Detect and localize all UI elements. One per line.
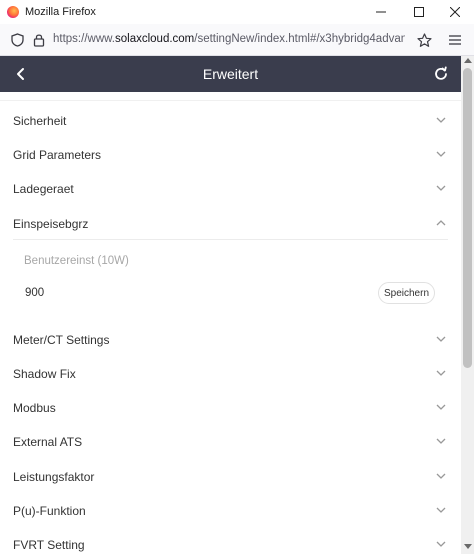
bookmark-star-icon[interactable] [416,32,432,48]
benutzereinst-input[interactable]: 900 [25,287,44,299]
section-leistungsfaktor[interactable]: Leistungsfaktor [0,460,461,494]
window-titlebar: Mozilla Firefox [0,0,474,24]
section-label: FVRT Setting [13,538,85,552]
section-fvrt-setting[interactable]: FVRT Setting [0,528,461,554]
section-label: Leistungsfaktor [13,470,95,484]
close-window-button[interactable] [436,0,474,24]
section-sicherheit[interactable]: Sicherheit [0,104,461,138]
url-bar[interactable]: https://www.solaxcloud.com/settingNew/in… [53,33,405,45]
chevron-down-icon [436,370,446,376]
menu-hamburger-icon[interactable] [447,32,463,48]
chevron-down-icon [436,336,446,342]
section-meter-ct-settings[interactable]: Meter/CT Settings [0,323,461,357]
minimize-button[interactable] [362,0,400,24]
section-external-ats[interactable]: External ATS [0,425,461,459]
chevron-down-icon [436,185,446,191]
section-label: Sicherheit [13,114,67,128]
divider [13,239,448,240]
scroll-thumb[interactable] [463,68,472,368]
chevron-down-icon [436,541,446,547]
section-pu-funktion[interactable]: P(u)-Funktion [0,494,461,528]
scroll-up-arrow-icon[interactable] [464,58,472,63]
app-header: Erweitert [0,56,461,92]
firefox-logo-icon [7,6,19,18]
maximize-icon [414,7,424,17]
url-domain: solaxcloud.com [115,33,195,45]
page-title: Erweitert [202,66,259,82]
url-prefix: https://www. [53,33,115,45]
section-label: Ladegeraet [13,182,74,196]
section-label: Einspeisebgrz [13,217,89,231]
save-button[interactable]: Speichern [378,282,435,304]
chevron-down-icon [436,151,446,157]
shield-icon[interactable] [9,32,25,48]
section-ladegeraet[interactable]: Ladegeraet [0,172,461,206]
browser-toolbar: https://www.solaxcloud.com/settingNew/in… [0,24,474,56]
window-title: Mozilla Firefox [25,6,96,18]
chevron-down-icon [436,117,446,123]
benutzereinst-label: Benutzereinst (10W) [24,255,129,267]
maximize-button[interactable] [400,0,438,24]
section-label: Meter/CT Settings [13,333,110,347]
section-einspeisebgrz[interactable]: Einspeisebgrz [0,207,461,241]
scroll-down-arrow-icon[interactable] [464,544,472,549]
page-scrollbar[interactable] [461,56,474,554]
section-label: External ATS [13,435,83,449]
section-grid-parameters[interactable]: Grid Parameters [0,138,461,172]
section-label: Modbus [13,401,56,415]
settings-list: Sicherheit Grid Parameters Ladegeraet Ei… [0,92,461,554]
section-modbus[interactable]: Modbus [0,391,461,425]
url-path: /settingNew/index.html#/x3hybridg4advanc… [194,33,405,45]
divider [0,100,461,101]
chevron-up-icon [436,220,446,226]
section-label: Grid Parameters [13,148,102,162]
chevron-down-icon [436,404,446,410]
section-label: Shadow Fix [13,367,76,381]
chevron-down-icon [436,473,446,479]
section-label: P(u)-Funktion [13,504,86,518]
section-shadow-fix[interactable]: Shadow Fix [0,357,461,391]
refresh-button[interactable] [432,65,450,83]
refresh-icon [435,66,447,80]
close-icon [450,7,460,17]
chevron-down-icon [436,438,446,444]
chevron-down-icon [436,507,446,513]
minimize-icon [376,11,386,13]
lock-icon[interactable] [31,32,47,48]
